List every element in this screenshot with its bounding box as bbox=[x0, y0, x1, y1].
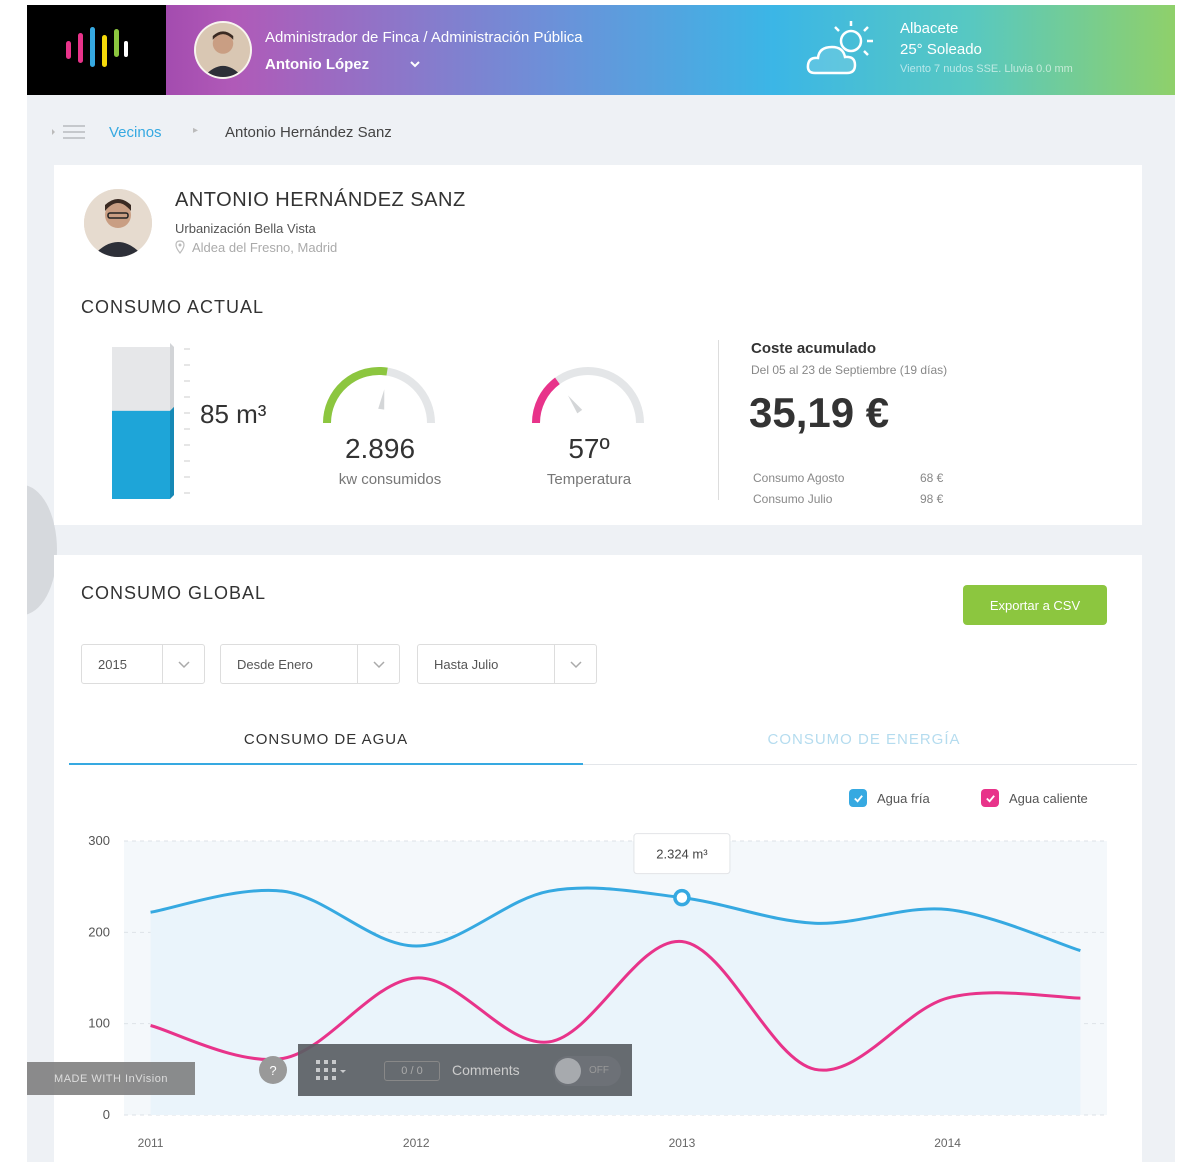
year-select-value: 2015 bbox=[98, 657, 127, 672]
y-tick-label: 100 bbox=[88, 1016, 110, 1031]
app-logo[interactable] bbox=[27, 5, 166, 95]
tooltip-label: 2.324 m³ bbox=[656, 847, 708, 862]
cost-row-label: Consumo Agosto bbox=[753, 471, 845, 485]
consumo-actual-title: CONSUMO ACTUAL bbox=[81, 297, 265, 317]
user-name[interactable]: Antonio López bbox=[265, 56, 369, 73]
from-month-select[interactable]: Desde Enero bbox=[220, 644, 400, 684]
temperature-gauge bbox=[531, 367, 644, 424]
active-tab-indicator bbox=[69, 763, 583, 765]
weather-city: Albacete bbox=[900, 20, 959, 37]
breadcrumb-current: Antonio Hernández Sanz bbox=[225, 124, 392, 141]
menu-icon[interactable] bbox=[51, 123, 87, 141]
consumo-global-title: CONSUMO GLOBAL bbox=[81, 583, 267, 603]
legend-label: Agua fría bbox=[877, 790, 930, 806]
cost-title: Coste acumulado bbox=[751, 340, 877, 357]
temperature-label: Temperatura bbox=[546, 471, 632, 488]
toggle-state: OFF bbox=[589, 1065, 609, 1076]
tank-scale-ticks bbox=[184, 348, 190, 494]
comments-toggle[interactable]: OFF bbox=[553, 1056, 621, 1086]
to-month-value: Hasta Julio bbox=[434, 657, 499, 672]
top-header: Administrador de Finca / Administración … bbox=[27, 5, 1175, 95]
grid-menu-icon[interactable] bbox=[316, 1060, 346, 1082]
water-consumption-value: 85 m³ bbox=[200, 399, 267, 429]
divider bbox=[718, 340, 719, 500]
user-role: Administrador de Finca / Administración … bbox=[265, 29, 583, 46]
x-tick-label: 2013 bbox=[669, 1136, 696, 1150]
profile-avatar bbox=[84, 189, 152, 257]
help-button[interactable]: ? bbox=[259, 1056, 287, 1084]
export-csv-button[interactable]: Exportar a CSV bbox=[963, 585, 1107, 625]
legend-label: Agua caliente bbox=[1009, 790, 1088, 806]
checkbox-checked-icon[interactable] bbox=[981, 789, 999, 807]
cost-row-value: 98 € bbox=[920, 492, 944, 506]
partly-cloudy-icon bbox=[806, 21, 873, 75]
x-tick-label: 2012 bbox=[403, 1136, 430, 1150]
toggle-knob bbox=[555, 1058, 581, 1084]
x-tick-label: 2014 bbox=[934, 1136, 961, 1150]
energy-value: 2.896 bbox=[344, 433, 416, 464]
from-month-value: Desde Enero bbox=[237, 657, 313, 672]
cost-value: 35,19 € bbox=[749, 389, 890, 436]
comments-label[interactable]: Comments bbox=[452, 1062, 520, 1078]
cost-row-label: Consumo Julio bbox=[753, 492, 833, 506]
energy-label: kw consumidos bbox=[338, 471, 442, 488]
side-panel-handle[interactable] bbox=[27, 485, 57, 615]
location-pin-icon bbox=[175, 240, 185, 254]
breadcrumb-vecinos[interactable]: Vecinos bbox=[109, 124, 162, 141]
y-tick-label: 200 bbox=[88, 924, 110, 939]
chevron-down-icon[interactable] bbox=[408, 57, 422, 71]
profile-location: Aldea del Fresno, Madrid bbox=[192, 240, 338, 255]
year-select[interactable]: 2015 bbox=[81, 644, 205, 684]
logo-icon bbox=[66, 27, 128, 67]
profile-organization: Urbanización Bella Vista bbox=[175, 221, 316, 236]
to-month-select[interactable]: Hasta Julio bbox=[417, 644, 597, 684]
consumo-agua-chart: 0 100 200 300 2011 2012 2013 2014 2.324 m³ bbox=[88, 833, 1107, 1150]
water-tank-gauge bbox=[112, 343, 174, 499]
y-tick-label: 0 bbox=[103, 1107, 110, 1122]
highlight-point bbox=[673, 888, 691, 907]
energy-gauge bbox=[323, 367, 435, 424]
checkbox-checked-icon[interactable] bbox=[849, 789, 867, 807]
weather-temp: 25° Soleado bbox=[900, 41, 982, 58]
cost-row-value: 68 € bbox=[920, 471, 944, 485]
invision-badge[interactable]: MADE WITH InVision bbox=[27, 1062, 195, 1095]
breadcrumb-separator-icon: ▸ bbox=[193, 125, 199, 136]
profile-name: ANTONIO HERNÁNDEZ SANZ bbox=[175, 189, 466, 211]
chevron-down-icon bbox=[357, 645, 399, 683]
weather-details: Viento 7 nudos SSE. Lluvia 0.0 mm bbox=[900, 63, 1073, 75]
temperature-value: 57º bbox=[568, 433, 610, 464]
legend-agua-fria[interactable]: Agua fría bbox=[849, 789, 930, 807]
tab-consumo-energia[interactable]: CONSUMO DE ENERGÍA bbox=[607, 731, 1121, 748]
comment-counter: 0 / 0 bbox=[384, 1061, 440, 1081]
chevron-down-icon bbox=[554, 645, 596, 683]
x-tick-label: 2011 bbox=[138, 1136, 164, 1150]
tab-consumo-agua[interactable]: CONSUMO DE AGUA bbox=[69, 731, 583, 748]
chevron-down-icon bbox=[162, 645, 204, 683]
y-tick-label: 300 bbox=[88, 833, 110, 848]
cost-period: Del 05 al 23 de Septiembre (19 días) bbox=[751, 363, 948, 377]
user-avatar[interactable] bbox=[194, 21, 252, 79]
invision-toolbar: 0 / 0 Comments OFF bbox=[298, 1044, 632, 1096]
legend-agua-caliente[interactable]: Agua caliente bbox=[981, 789, 1088, 807]
app-window: Administrador de Finca / Administración … bbox=[27, 5, 1175, 1162]
consumo-actual-card: ANTONIO HERNÁNDEZ SANZ Urbanización Bell… bbox=[54, 165, 1142, 525]
